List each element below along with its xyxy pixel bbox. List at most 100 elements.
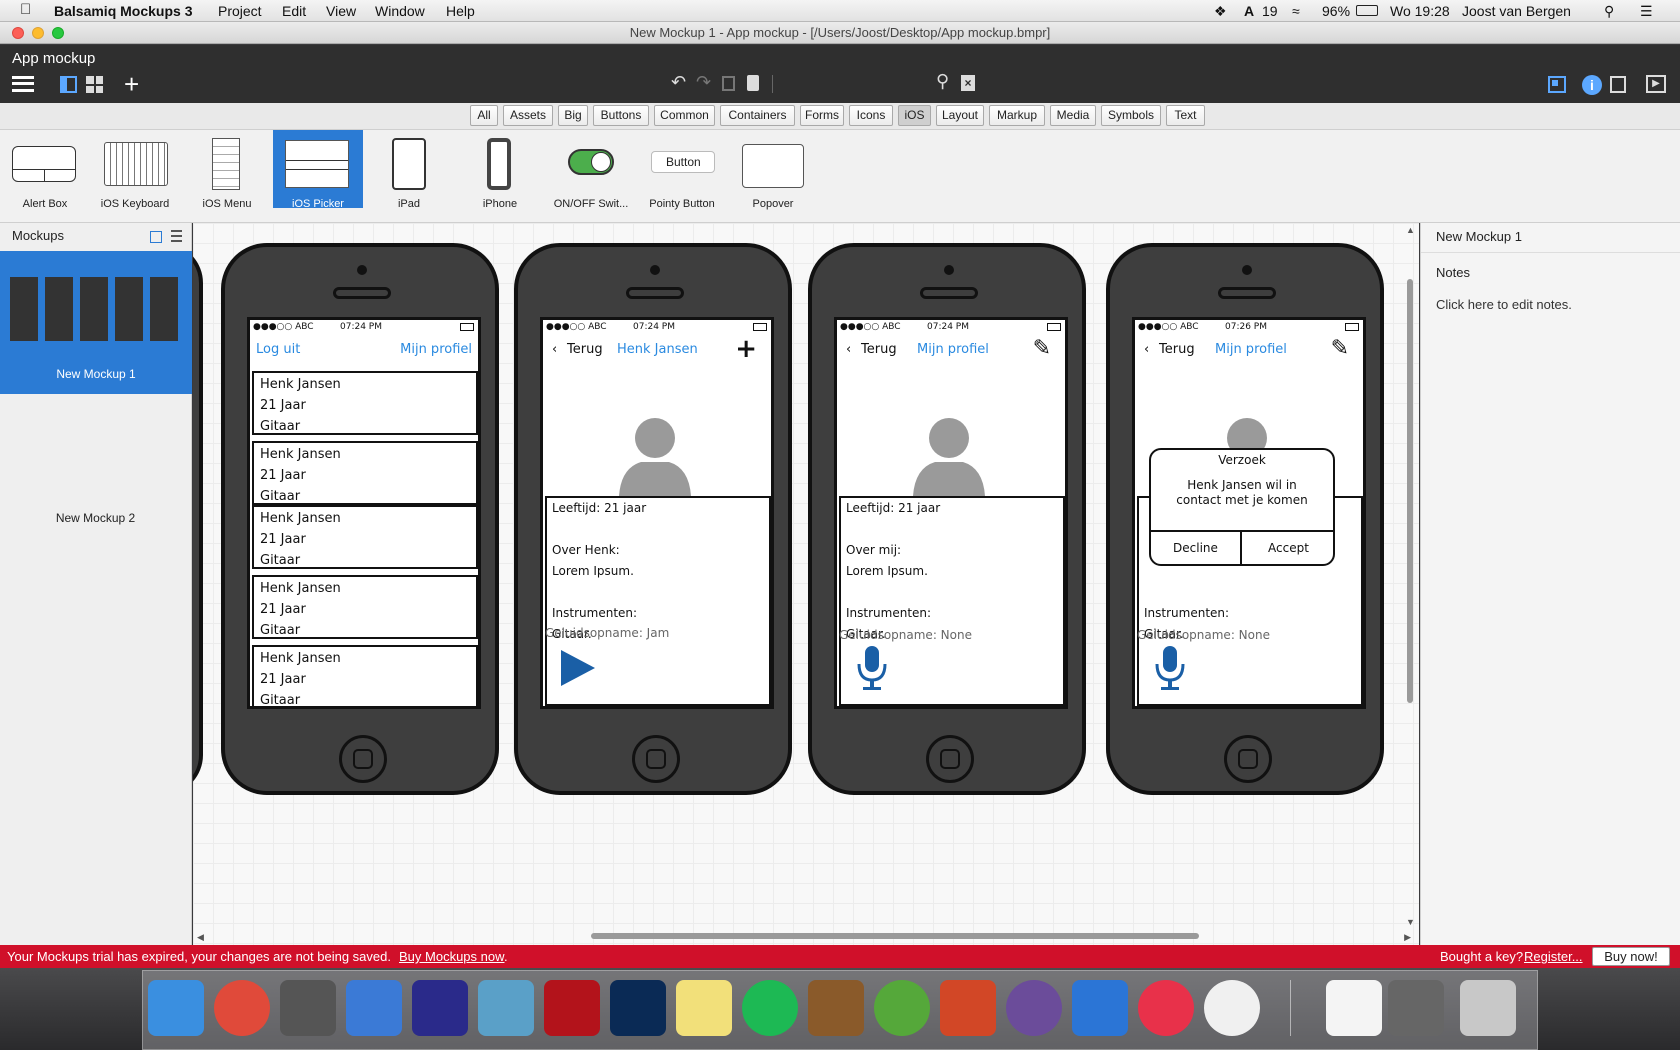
vertical-scrollbar[interactable]: ▲ ▼ [1403, 223, 1417, 929]
filter-big[interactable]: Big [558, 105, 588, 126]
lib-ipad[interactable]: iPad [364, 130, 454, 210]
filezilla-icon[interactable] [544, 980, 600, 1036]
vertical-scroll-thumb[interactable] [1407, 279, 1413, 703]
accept-button[interactable]: Accept [1244, 532, 1333, 564]
iphone-mockup-my-profile[interactable]: ●●●○○ ABC 07:24 PM ‹ Terug Mijn profiel … [808, 243, 1086, 795]
menu-project[interactable]: Project [218, 3, 262, 19]
undo-icon[interactable]: ↶ [671, 72, 686, 93]
copy-icon[interactable] [722, 76, 735, 91]
github-icon[interactable] [1006, 980, 1062, 1036]
utorrent-icon[interactable] [874, 980, 930, 1036]
back-chevron-icon[interactable]: ‹ [1144, 342, 1149, 357]
lib-ios-picker[interactable]: iOS Picker [273, 130, 363, 210]
clock[interactable]: Wo 19:28 [1390, 3, 1450, 19]
mockup-item-1[interactable]: New Mockup 1 [0, 251, 192, 394]
grid-view-icon[interactable] [86, 76, 103, 93]
thumbnail-view-icon[interactable] [150, 231, 162, 243]
iphone-mockup-contact-request[interactable]: ●●●○○ ABC 07:26 PM ‹ Terug Mijn profiel … [1106, 243, 1384, 795]
user-card[interactable]: Henk Jansen 21 Jaar Gitaar [252, 575, 478, 639]
info-icon[interactable]: i [1582, 75, 1602, 95]
scroll-down-arrow[interactable]: ▼ [1406, 917, 1415, 927]
user-card[interactable]: Henk Jansen 21 Jaar Gitaar [252, 645, 478, 706]
lib-ios-menu[interactable]: iOS Menu [182, 130, 272, 210]
user-card[interactable]: Henk Jansen 21 Jaar Gitaar [252, 371, 478, 435]
xcode-icon[interactable] [346, 980, 402, 1036]
scroll-left-arrow[interactable]: ◀ [197, 932, 204, 943]
lib-ios-keyboard[interactable]: iOS Keyboard [90, 130, 180, 210]
document-icon[interactable] [1326, 980, 1382, 1036]
guitar-icon[interactable] [808, 980, 864, 1036]
presentation-play-icon[interactable]: ▶ [1646, 75, 1666, 93]
my-profile-link[interactable]: Mijn profiel [400, 342, 472, 357]
edit-pencil-icon[interactable]: ✎ [1033, 338, 1051, 360]
logout-link[interactable]: Log uit [256, 342, 300, 357]
back-button[interactable]: Terug [1159, 342, 1195, 357]
powerpoint-icon[interactable] [940, 980, 996, 1036]
microphone-icon[interactable] [1153, 646, 1187, 690]
buy-now-button[interactable]: Buy now! [1592, 947, 1670, 966]
decline-button[interactable]: Decline [1151, 532, 1242, 564]
menu-window[interactable]: Window [375, 3, 425, 19]
sublime-icon[interactable] [280, 980, 336, 1036]
spotify-icon[interactable] [742, 980, 798, 1036]
filter-assets[interactable]: Assets [503, 105, 553, 126]
finder-icon[interactable] [148, 980, 204, 1036]
filter-ios[interactable]: iOS [898, 105, 931, 126]
face-icon[interactable] [1204, 980, 1260, 1036]
back-button[interactable]: Terug [861, 342, 897, 357]
filter-all[interactable]: All [470, 105, 498, 126]
scroll-right-arrow[interactable]: ▶ [1404, 932, 1411, 943]
filter-layout[interactable]: Layout [936, 105, 984, 126]
iphone-mockup-list[interactable]: ●●●○○ ABC 07:24 PM Log uit Mijn profiel … [221, 243, 499, 795]
horizontal-scrollbar[interactable]: ◀ ▶ [193, 929, 1419, 943]
battery-icon[interactable] [1356, 5, 1378, 16]
back-chevron-icon[interactable]: ‹ [846, 342, 851, 357]
iphone-mockup-profile-henk[interactable]: ●●●○○ ABC 07:24 PM ‹ Terug Henk Jansen +… [514, 243, 792, 795]
minimize-window-button[interactable] [32, 27, 44, 39]
user-name[interactable]: Joost van Bergen [1462, 3, 1571, 19]
ui-library-icon[interactable] [1548, 76, 1566, 93]
user-card[interactable]: Henk Jansen 21 Jaar Gitaar [252, 441, 478, 505]
back-chevron-icon[interactable]: ‹ [552, 342, 557, 357]
hamburger-menu-icon[interactable] [12, 76, 34, 92]
add-mockup-icon[interactable]: + [124, 71, 139, 97]
microphone-icon[interactable] [855, 646, 889, 690]
play-icon[interactable] [561, 650, 595, 686]
clipboard-icon[interactable] [747, 75, 759, 91]
mockup-canvas[interactable]: ●●●○○ ABC 07:24 PM Log uit Mijn profiel … [193, 223, 1419, 945]
single-view-icon[interactable] [60, 76, 77, 93]
add-icon[interactable]: + [735, 336, 757, 362]
photoshop-icon[interactable] [610, 980, 666, 1036]
register-link[interactable]: Register... [1524, 949, 1583, 964]
horizontal-scroll-thumb[interactable] [591, 933, 1199, 939]
mockup-item-2[interactable]: New Mockup 2 [0, 511, 191, 525]
delete-icon[interactable]: × [961, 75, 975, 91]
scroll-up-arrow[interactable]: ▲ [1406, 225, 1415, 235]
user-card[interactable]: Henk Jansen 21 Jaar Gitaar [252, 505, 478, 569]
filter-media[interactable]: Media [1050, 105, 1096, 126]
menu-view[interactable]: View [326, 3, 356, 19]
notification-center-icon[interactable]: ☰ [1640, 3, 1653, 20]
spotlight-icon[interactable]: ⚲ [1604, 3, 1614, 20]
menu-help[interactable]: Help [446, 3, 475, 19]
filter-containers[interactable]: Containers [720, 105, 795, 126]
quick-add-search-icon[interactable]: ⚲ [936, 71, 949, 92]
edit-pencil-icon[interactable]: ✎ [1331, 338, 1349, 360]
lib-pointy-button[interactable]: Button Pointy Button [637, 130, 727, 210]
filter-markup[interactable]: Markup [989, 105, 1045, 126]
filter-icons[interactable]: Icons [849, 105, 893, 126]
word-icon[interactable] [1072, 980, 1128, 1036]
notes-icon[interactable] [676, 980, 732, 1036]
back-button[interactable]: Terug [567, 342, 603, 357]
dropbox-icon[interactable]: ❖ [1214, 3, 1227, 20]
lib-alert-box[interactable]: Alert Box [0, 130, 90, 210]
adobe-icon[interactable]: A [1244, 3, 1254, 19]
zoom-window-button[interactable] [52, 27, 64, 39]
redo-icon[interactable]: ↷ [696, 72, 711, 93]
trash-icon[interactable] [1460, 980, 1516, 1036]
lib-popover[interactable]: Popover [728, 130, 818, 210]
wifi-icon[interactable]: ≈ [1292, 3, 1300, 19]
screenshot-icon[interactable] [1388, 980, 1444, 1036]
close-window-button[interactable] [12, 27, 24, 39]
properties-list-icon[interactable] [1610, 76, 1626, 93]
